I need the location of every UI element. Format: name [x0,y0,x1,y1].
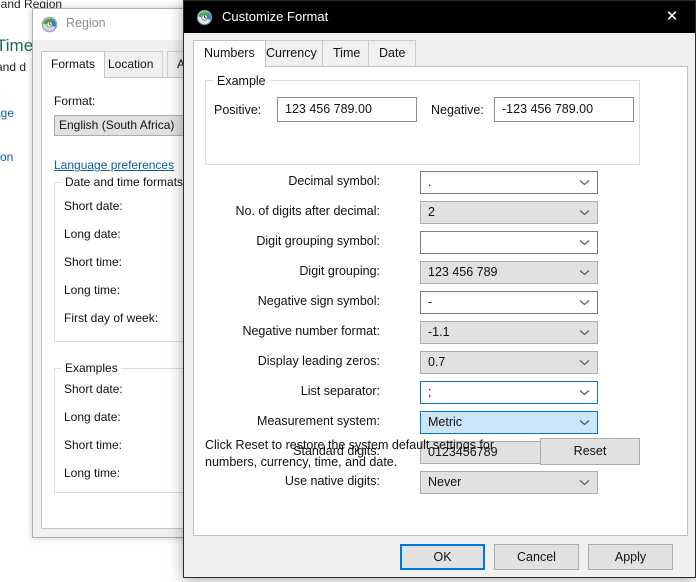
negative-sign-symbol-combo[interactable]: - [420,291,598,314]
region-title-text: Region [66,16,106,30]
example-long-date-label: Long date: [64,410,121,424]
negative-number-format-combo[interactable]: -1.1 [420,321,598,344]
dialog-button-bar: OK Cancel Apply [184,536,695,578]
page-title: Time [0,36,34,55]
first-day-of-week-label: First day of week: [64,311,159,325]
decimal-symbol-value: . [428,175,432,189]
tab-currency[interactable]: Currency [255,40,328,66]
use-native-digits-label: Use native digits: [284,474,380,488]
digit-grouping-symbol-combo[interactable] [420,231,598,254]
dialog-title: Customize Format [222,9,329,24]
long-time-label: Long time: [64,283,121,297]
ok-button[interactable]: OK [400,544,485,570]
examples-group-label: Examples [62,361,121,375]
short-date-label: Short date: [64,199,123,213]
positive-label: Positive: [214,103,262,117]
digit-grouping-symbol-value [428,232,575,253]
tab-formats[interactable]: Formats [41,51,106,78]
use-native-digits-combo[interactable]: Never [420,471,598,494]
negative-sign-symbol-value: - [428,295,433,309]
chevron-down-icon [577,262,591,283]
negative-example-field[interactable]: -123 456 789.00 [494,97,634,122]
digit-grouping-value: 123 456 789 [428,265,498,279]
list-separator-label: List separator: [300,384,380,398]
chevron-down-icon [577,382,591,403]
cp-link-2[interactable]: age [0,106,14,120]
display-leading-zeros-label: Display leading zeros: [257,354,380,368]
tab-numbers[interactable]: Numbers [193,40,266,67]
example-short-date-label: Short date: [64,382,123,396]
display-leading-zeros-combo[interactable]: 0.7 [420,351,598,374]
display-leading-zeros-value: 0.7 [428,355,446,369]
positive-example-field[interactable]: 123 456 789.00 [277,97,417,122]
numbers-tab-panel: Example Positive: 123 456 789.00 Negativ… [193,66,688,536]
language-preferences-link[interactable]: Language preferences [54,158,174,172]
chevron-down-icon [577,322,591,343]
region-globe-icon [196,9,213,26]
digits-after-decimal-combo[interactable]: 2 [420,201,598,224]
region-format-label: Format: [54,94,96,108]
tab-date[interactable]: Date [368,40,417,66]
example-long-time-label: Long time: [64,466,121,480]
datetime-formats-group-label: Date and time formats [62,175,187,189]
chevron-down-icon [577,412,591,433]
example-short-time-label: Short time: [64,438,123,452]
chevron-down-icon [577,232,591,253]
chevron-down-icon [577,472,591,493]
cancel-button[interactable]: Cancel [494,544,579,570]
measurement-system-combo[interactable]: Metric [420,411,598,434]
example-group [205,80,640,165]
chevron-down-icon [577,352,591,373]
use-native-digits-value: Never [428,475,462,489]
chevron-down-icon [577,292,591,313]
screen: , and Region n Control Time and d e age … [0,0,696,582]
digits-after-decimal-value: 2 [428,205,435,219]
digits-after-decimal-label: No. of digits after decimal: [235,204,380,218]
tab-time[interactable]: Time [322,40,372,66]
measurement-system-value: Metric [428,415,463,429]
digit-grouping-label: Digit grouping: [299,264,380,278]
reset-description: Click Reset to restore the system defaul… [205,438,495,469]
dialog-tabstrip[interactable]: Numbers Currency Time Date [193,40,688,67]
negative-number-format-label: Negative number format: [242,324,380,338]
cp-link-3[interactable]: tion [0,150,13,164]
example-group-label: Example [213,74,270,88]
cp-link-1[interactable]: e [0,86,1,100]
list-separator-value: ; [428,385,432,399]
negative-label: Negative: [431,103,484,117]
negative-number-format-value: -1.1 [428,325,450,339]
region-globe-icon [41,16,58,33]
negative-sign-symbol-label: Negative sign symbol: [257,294,380,308]
dialog-titlebar[interactable]: Customize Format ✕ [184,1,695,33]
chevron-down-icon [577,172,591,193]
apply-button[interactable]: Apply [588,544,673,570]
list-separator-combo[interactable]: ; [420,381,598,404]
decimal-symbol-combo[interactable]: . [420,171,598,194]
long-date-label: Long date: [64,227,121,241]
decimal-symbol-label: Decimal symbol: [288,174,380,188]
customize-format-dialog[interactable]: Customize Format ✕ Numbers Currency Time… [183,0,696,578]
page-subtext: and d [0,60,27,74]
digit-grouping-symbol-label: Digit grouping symbol: [256,234,380,248]
reset-button[interactable]: Reset [540,438,640,465]
measurement-system-label: Measurement system: [257,414,380,428]
short-time-label: Short time: [64,255,123,269]
tab-location[interactable]: Location [98,51,164,77]
close-icon[interactable]: ✕ [649,1,695,33]
digit-grouping-combo[interactable]: 123 456 789 [420,261,598,284]
chevron-down-icon [577,202,591,223]
